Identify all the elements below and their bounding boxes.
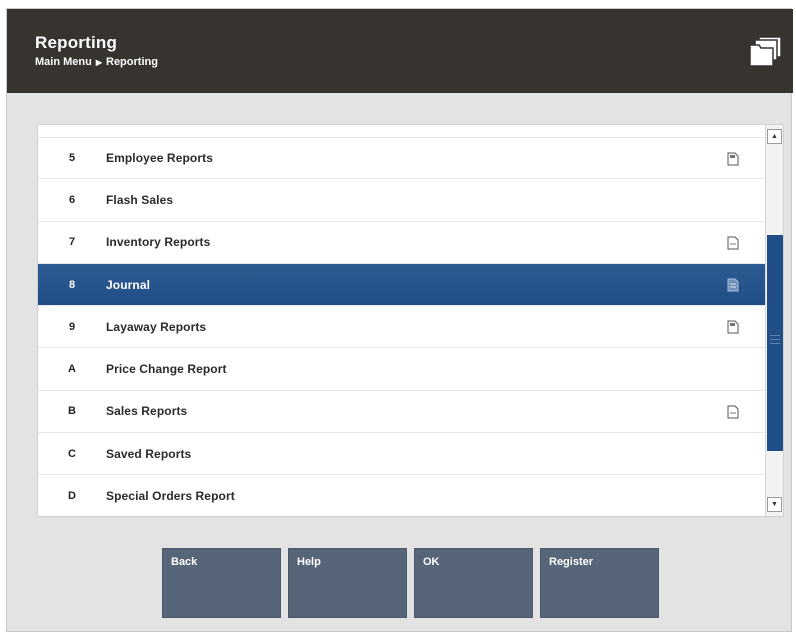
menu-item-flash-sales[interactable]: 6 Flash Sales bbox=[38, 179, 765, 222]
menu-item-key: A bbox=[68, 363, 76, 376]
ok-button[interactable]: OK bbox=[414, 548, 533, 618]
menu-item-sales-reports[interactable]: B Sales Reports bbox=[38, 391, 765, 434]
menu-item-journal[interactable]: 8 Journal bbox=[38, 263, 765, 307]
scroll-down-button[interactable]: ▼ bbox=[767, 497, 782, 512]
document-icon bbox=[727, 236, 739, 250]
breadcrumb-item-reporting: Reporting bbox=[106, 56, 158, 68]
folder-icon bbox=[749, 36, 782, 67]
menu-item-label: Saved Reports bbox=[106, 446, 192, 461]
breadcrumb: Main Menu ▶ Reporting bbox=[35, 56, 158, 68]
menu-item-key: 9 bbox=[68, 320, 76, 333]
scroll-grip-icon bbox=[770, 335, 780, 347]
menu-item-label: Inventory Reports bbox=[106, 235, 211, 250]
menu-item-label: Special Orders Report bbox=[106, 489, 235, 504]
menu-item-saved-reports[interactable]: C Saved Reports bbox=[38, 433, 765, 476]
menu-item-key: 5 bbox=[68, 152, 76, 165]
header-bar: Reporting Main Menu ▶ Reporting bbox=[7, 9, 793, 93]
menu-item-label: Flash Sales bbox=[106, 192, 174, 207]
menu-item-price-change-report[interactable]: A Price Change Report bbox=[38, 348, 765, 391]
menu-item-label: Employee Reports bbox=[106, 151, 213, 166]
menu-item-inventory-reports[interactable]: 7 Inventory Reports bbox=[38, 222, 765, 264]
menu-item-key: B bbox=[68, 405, 76, 418]
scroll-thumb[interactable] bbox=[767, 235, 783, 451]
document-icon bbox=[727, 152, 739, 166]
page-title: Reporting bbox=[35, 33, 118, 52]
menu-item-label: Layaway Reports bbox=[106, 319, 207, 334]
back-button[interactable]: Back bbox=[162, 548, 281, 618]
menu-list: 5 Employee Reports 6 Flash Sales 7 Inven… bbox=[37, 124, 784, 517]
document-icon bbox=[727, 278, 739, 292]
menu-item-label: Journal bbox=[106, 277, 151, 292]
menu-item-key: C bbox=[68, 447, 76, 460]
menu-items: 5 Employee Reports 6 Flash Sales 7 Inven… bbox=[38, 137, 765, 516]
breadcrumb-arrow-icon: ▶ bbox=[95, 57, 102, 67]
menu-item-key: 6 bbox=[68, 193, 76, 206]
breadcrumb-item-main-menu: Main Menu bbox=[35, 56, 92, 68]
help-button[interactable]: Help bbox=[288, 548, 407, 618]
menu-item-key: D bbox=[68, 490, 76, 503]
register-button[interactable]: Register bbox=[540, 548, 659, 618]
menu-item-key: 7 bbox=[68, 236, 76, 249]
app-window: Reporting Main Menu ▶ Reporting 5 Employ… bbox=[6, 8, 793, 632]
scroll-up-button[interactable]: ▲ bbox=[767, 129, 782, 144]
vertical-scrollbar[interactable]: ▲ ▼ bbox=[765, 125, 783, 516]
document-icon bbox=[727, 405, 739, 419]
menu-item-layaway-reports[interactable]: 9 Layaway Reports bbox=[38, 306, 765, 349]
menu-item-label: Sales Reports bbox=[106, 404, 188, 419]
menu-item-label: Price Change Report bbox=[106, 362, 227, 377]
menu-item-special-orders-report[interactable]: D Special Orders Report bbox=[38, 475, 765, 516]
action-bar: Back Help OK Register bbox=[162, 548, 659, 618]
document-icon bbox=[727, 320, 739, 334]
menu-item-key: 8 bbox=[68, 278, 76, 291]
menu-item-employee-reports[interactable]: 5 Employee Reports bbox=[38, 137, 765, 180]
